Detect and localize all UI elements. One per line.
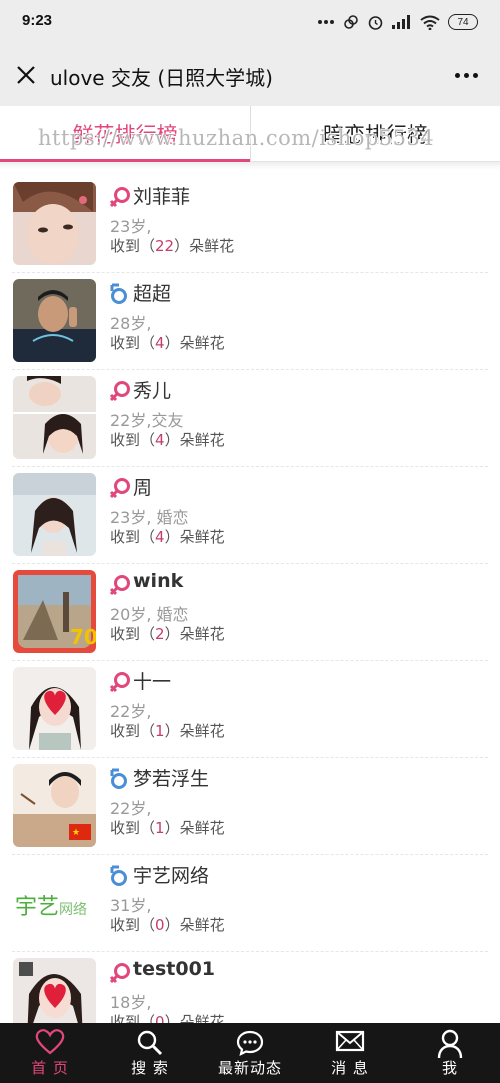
- nav-label: 我: [441, 1059, 458, 1077]
- male-icon: [110, 865, 127, 886]
- avatar[interactable]: [13, 182, 96, 265]
- ranking-list: 刘菲菲 23岁, 收到（22）朵鲜花 超超 28岁, 收到（4）朵鲜花 秀儿 2…: [0, 176, 500, 1049]
- nav-label: 消 息: [331, 1059, 369, 1077]
- tab-flower-ranking[interactable]: 鲜花排行榜: [0, 106, 250, 162]
- user-name[interactable]: test001: [133, 958, 215, 980]
- female-icon: [109, 381, 130, 402]
- nav-search[interactable]: 搜 索: [100, 1023, 200, 1083]
- list-item[interactable]: ★ 梦若浮生 22岁, 收到（1）朵鲜花: [0, 758, 500, 855]
- chat-icon: [236, 1030, 264, 1057]
- user-info: 28岁,: [110, 314, 152, 333]
- nav-label: 首 页: [31, 1059, 69, 1077]
- female-icon: [109, 672, 130, 693]
- search-icon: [137, 1030, 163, 1056]
- flower-count: 收到（1）朵鲜花: [110, 722, 225, 740]
- nav-label: 最新动态: [217, 1059, 282, 1077]
- link-icon: [344, 15, 358, 29]
- list-item[interactable]: 秀儿 22岁,交友 收到（4）朵鲜花: [0, 370, 500, 467]
- tab-bar: 鲜花排行榜 暗恋排行榜: [0, 106, 500, 162]
- more-icon[interactable]: [455, 73, 478, 78]
- list-item[interactable]: 十一 22岁, 收到（1）朵鲜花: [0, 661, 500, 758]
- avatar[interactable]: ★: [13, 764, 96, 847]
- user-icon: [437, 1029, 463, 1059]
- signal-icon: [392, 15, 410, 29]
- male-icon: [110, 768, 127, 789]
- close-icon[interactable]: [14, 63, 38, 87]
- list-item[interactable]: 70 wink 20岁, 婚恋 收到（2）朵鲜花: [0, 564, 500, 661]
- female-icon: [109, 478, 130, 499]
- user-name[interactable]: 超超: [133, 279, 171, 306]
- flower-count: 收到（0）朵鲜花: [110, 916, 225, 934]
- user-info: 22岁,: [110, 799, 152, 818]
- tab-crush-ranking[interactable]: 暗恋排行榜: [250, 106, 500, 162]
- avatar[interactable]: [13, 667, 96, 750]
- avatar[interactable]: [13, 279, 96, 362]
- title-bar: ulove 交友 (日照大学城): [0, 44, 500, 106]
- user-info: 18岁,: [110, 993, 152, 1012]
- user-name[interactable]: 梦若浮生: [133, 764, 209, 791]
- nav-feed[interactable]: 最新动态: [200, 1023, 300, 1083]
- status-bar: 9:23 74: [0, 0, 500, 44]
- user-info: 22岁,: [110, 702, 152, 721]
- user-info: 20岁, 婚恋: [110, 605, 189, 624]
- female-icon: [109, 963, 130, 984]
- flower-count: 收到（22）朵鲜花: [110, 237, 235, 255]
- nav-profile[interactable]: 我: [400, 1023, 500, 1083]
- wifi-icon: [420, 15, 440, 30]
- user-info: 31岁,: [110, 896, 152, 915]
- avatar[interactable]: 70: [13, 570, 96, 653]
- list-item[interactable]: 周 23岁, 婚恋 收到（4）朵鲜花: [0, 467, 500, 564]
- male-icon: [110, 283, 127, 304]
- user-name[interactable]: 周: [133, 473, 152, 500]
- nav-home[interactable]: 首 页: [0, 1023, 100, 1083]
- user-name[interactable]: 刘菲菲: [133, 182, 190, 209]
- heart-icon: [35, 1029, 65, 1055]
- list-item[interactable]: 超超 28岁, 收到（4）朵鲜花: [0, 273, 500, 370]
- bottom-nav: 首 页 搜 索 最新动态 消 息 我: [0, 1023, 500, 1083]
- dots-icon: [318, 20, 334, 24]
- status-time: 9:23: [22, 12, 53, 29]
- user-name[interactable]: 十一: [133, 667, 171, 694]
- user-name[interactable]: wink: [133, 570, 183, 592]
- user-name[interactable]: 秀儿: [133, 376, 171, 403]
- flower-count: 收到（4）朵鲜花: [110, 334, 225, 352]
- nav-messages[interactable]: 消 息: [300, 1023, 400, 1083]
- avatar[interactable]: [13, 376, 96, 459]
- flower-count: 收到（4）朵鲜花: [110, 528, 225, 546]
- user-info: 22岁,交友: [110, 411, 184, 430]
- female-icon: [109, 187, 130, 208]
- svg-text:★: ★: [72, 828, 80, 838]
- female-icon: [109, 575, 130, 596]
- avatar-logo-text: 宇艺网络: [15, 895, 88, 920]
- avatar[interactable]: 宇艺网络: [13, 861, 96, 944]
- flower-count: 收到（2）朵鲜花: [110, 625, 225, 643]
- nav-label: 搜 索: [131, 1059, 169, 1077]
- list-item[interactable]: 宇艺网络 宇艺网络 31岁, 收到（0）朵鲜花: [0, 855, 500, 952]
- user-info: 23岁,: [110, 217, 152, 236]
- mail-icon: [335, 1030, 365, 1052]
- user-info: 23岁, 婚恋: [110, 508, 189, 527]
- status-icons: 74: [317, 10, 478, 34]
- alarm-icon: [368, 15, 383, 30]
- page-title: ulove 交友 (日照大学城): [50, 66, 273, 90]
- flower-count: 收到（4）朵鲜花: [110, 431, 225, 449]
- list-item[interactable]: 刘菲菲 23岁, 收到（22）朵鲜花: [0, 176, 500, 273]
- flower-count: 收到（1）朵鲜花: [110, 819, 225, 837]
- svg-text:70: 70: [70, 625, 96, 649]
- avatar[interactable]: [13, 473, 96, 556]
- battery-icon: 74: [448, 14, 478, 30]
- user-name[interactable]: 宇艺网络: [133, 861, 209, 888]
